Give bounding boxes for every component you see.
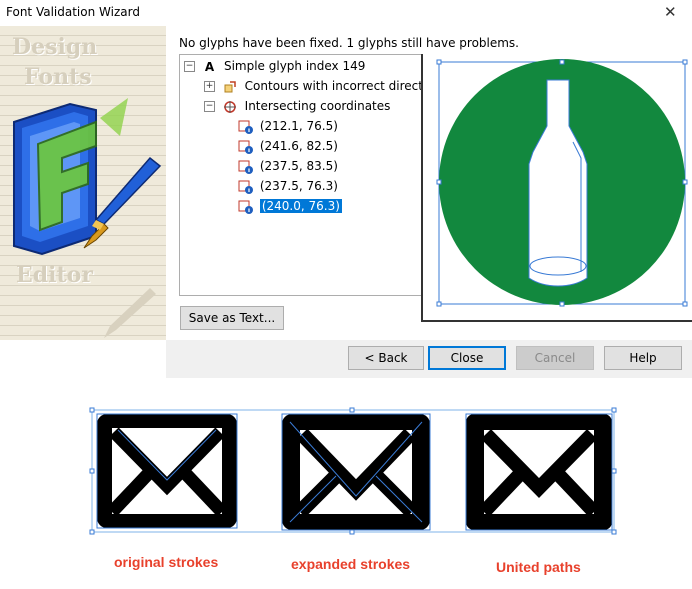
- envelope-original-icon: [96, 413, 238, 529]
- tree-root-item[interactable]: − A Simple glyph index 149: [184, 57, 365, 75]
- window-title: Font Validation Wizard: [6, 5, 140, 19]
- tree-item-point[interactable]: (237.5, 76.3): [238, 177, 338, 195]
- problem-tree[interactable]: − A Simple glyph index 149 + Contours wi…: [179, 54, 441, 296]
- point-label: (241.6, 82.5): [259, 139, 338, 153]
- tree-item-intersecting[interactable]: − Intersecting coordinates: [204, 97, 390, 115]
- validation-status-message: No glyphs have been fixed. 1 glyphs stil…: [179, 36, 519, 50]
- caption-original-strokes: original strokes: [114, 554, 219, 570]
- close-button[interactable]: Close: [428, 346, 506, 370]
- point-label: (237.5, 76.3): [259, 179, 338, 193]
- back-button[interactable]: < Back: [348, 346, 424, 370]
- cancel-button[interactable]: Cancel: [516, 346, 594, 370]
- font-validation-dialog: Font Validation Wizard ✕ Design Fonts Ed…: [0, 0, 692, 378]
- collapse-toggle-icon[interactable]: −: [204, 101, 215, 112]
- envelope-comparison-figure: [89, 407, 617, 535]
- help-button[interactable]: Help: [604, 346, 682, 370]
- point-info-icon: [238, 120, 253, 134]
- wizard-footer: < Back Close Cancel Help: [166, 340, 692, 378]
- tree-item-point[interactable]: (237.5, 83.5): [238, 157, 338, 175]
- point-label: (212.1, 76.5): [259, 119, 338, 133]
- close-window-icon[interactable]: ✕: [664, 3, 677, 21]
- glyph-a-icon: A: [204, 59, 215, 74]
- expand-toggle-icon[interactable]: +: [204, 81, 215, 92]
- point-info-icon: [238, 200, 253, 214]
- bottle-glyph-icon: [436, 59, 688, 307]
- point-info-icon: [238, 140, 253, 154]
- intersection-icon: [223, 100, 236, 113]
- point-label: (237.5, 83.5): [259, 159, 338, 173]
- caption-united-paths: United paths: [496, 559, 581, 575]
- wizard-side-banner: Design Fonts Editor: [0, 26, 166, 340]
- tree-item-label: Contours with incorrect direction: [244, 79, 442, 93]
- title-bar: Font Validation Wizard ✕: [0, 0, 692, 26]
- caption-expanded-strokes: expanded strokes: [291, 556, 411, 572]
- collapse-toggle-icon[interactable]: −: [184, 61, 195, 72]
- point-info-icon: [238, 160, 253, 174]
- envelope-expanded-icon: [281, 413, 431, 531]
- point-label: (240.0, 76.3): [259, 199, 342, 213]
- font-editor-logo-icon: [13, 98, 162, 338]
- save-as-text-button[interactable]: Save as Text...: [180, 306, 284, 330]
- tree-item-point-selected[interactable]: (240.0, 76.3): [238, 197, 342, 215]
- tree-root-label: Simple glyph index 149: [223, 59, 366, 73]
- envelope-united-icon: [465, 413, 613, 531]
- glyph-preview: [421, 54, 692, 322]
- point-info-icon: [238, 180, 253, 194]
- tree-item-point[interactable]: (241.6, 82.5): [238, 137, 338, 155]
- contour-direction-icon: [224, 80, 236, 92]
- tree-item-contours[interactable]: + Contours with incorrect direction: [204, 77, 441, 95]
- tree-item-point[interactable]: (212.1, 76.5): [238, 117, 338, 135]
- tree-item-label: Intersecting coordinates: [244, 99, 391, 113]
